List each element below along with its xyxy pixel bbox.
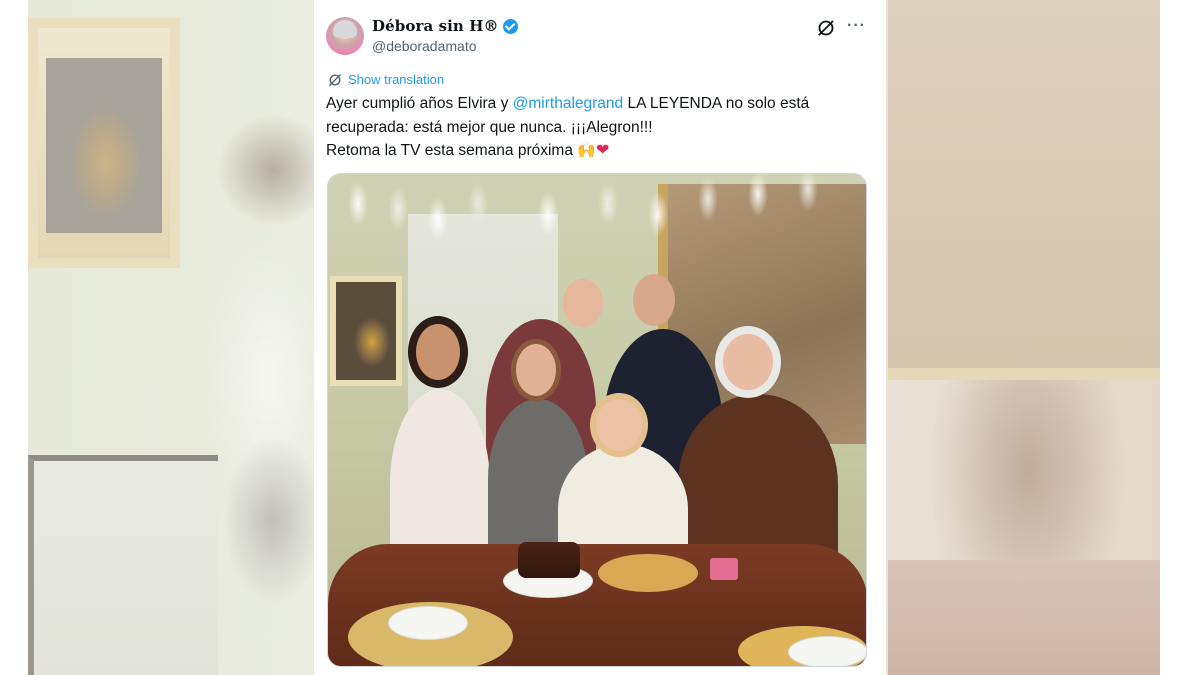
- photo-person-head: [563, 279, 603, 327]
- user-handle[interactable]: @deboradamato: [372, 38, 518, 54]
- red-heart-emoji: ❤: [595, 142, 610, 159]
- avatar[interactable]: [326, 17, 364, 55]
- photo-small-painting: [330, 276, 402, 386]
- show-translation-label: Show translation: [348, 72, 445, 87]
- photo-pink-napkin: [710, 558, 738, 580]
- translate-icon: [329, 73, 341, 86]
- background-painting-left: [28, 18, 180, 268]
- photo-person-head: [723, 334, 773, 390]
- photo-person-head: [416, 324, 460, 380]
- tweet-text-part1: Ayer cumplió años Elvira y: [326, 95, 513, 112]
- photo-plate: [388, 606, 468, 640]
- show-translation-link[interactable]: Show translation: [328, 72, 444, 87]
- background-shelf-left: [28, 455, 218, 675]
- mention-link[interactable]: @mirthalegrand: [513, 95, 624, 112]
- background-table-right: [888, 560, 1160, 675]
- background-painting-right: [888, 0, 1160, 380]
- tweet-text-line3: Retoma la TV esta semana próxima: [326, 142, 578, 159]
- verified-badge-icon: [502, 18, 518, 34]
- right-margin: [1160, 0, 1200, 675]
- photo-chandelier: [328, 174, 866, 264]
- photo-person-head: [516, 344, 556, 396]
- photo-person-head: [596, 399, 642, 451]
- photo-placemat: [598, 554, 698, 592]
- raised-hands-emoji: 🙌: [577, 142, 596, 159]
- tweet-card: Débora sin H® @deboradamato ··· Show tra…: [314, 0, 886, 675]
- author-info: Débora sin H® @deboradamato: [372, 17, 518, 54]
- photo-birthday-cake: [518, 542, 580, 578]
- grok-icon[interactable]: [816, 18, 836, 38]
- more-options-icon[interactable]: ···: [847, 17, 866, 35]
- left-margin: [0, 0, 28, 675]
- photo-plate: [788, 636, 866, 666]
- tweet-text: Ayer cumplió años Elvira y @mirthalegran…: [326, 92, 866, 163]
- photo-person-head: [633, 274, 675, 326]
- display-name[interactable]: Débora sin H®: [372, 17, 499, 35]
- tweet-photo[interactable]: [327, 173, 867, 667]
- tweet-header: Débora sin H® @deboradamato ···: [326, 16, 874, 60]
